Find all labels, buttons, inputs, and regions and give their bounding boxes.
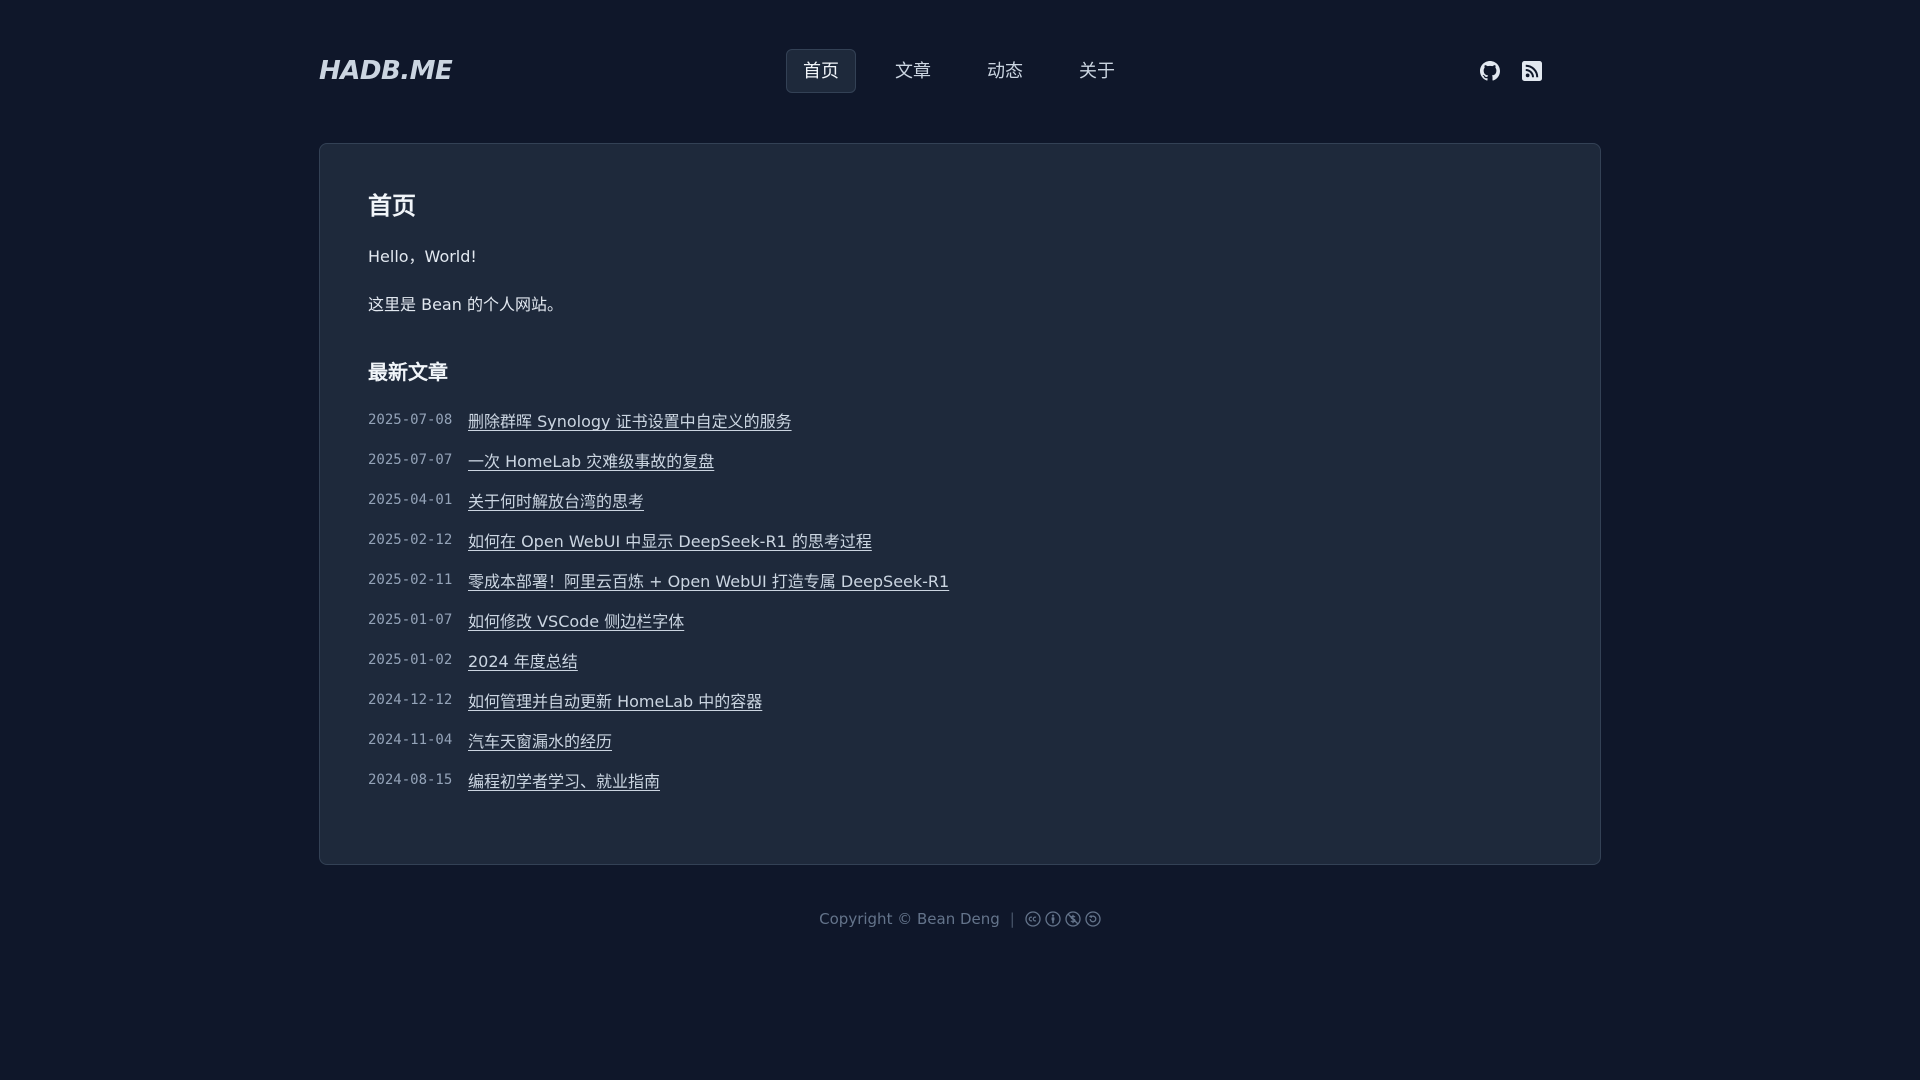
footer-separator: | bbox=[1009, 910, 1015, 928]
license-icons[interactable] bbox=[1025, 911, 1101, 927]
post-date: 2025-01-02 bbox=[368, 652, 453, 668]
intro-paragraph: Hello，World! bbox=[368, 247, 477, 266]
post-link[interactable]: 编程初学者学习、就业指南 bbox=[468, 768, 660, 792]
post-date: 2025-07-07 bbox=[368, 452, 453, 468]
latest-posts-heading: 最新文章 bbox=[368, 360, 448, 384]
post-link[interactable]: 汽车天窗漏水的经历 bbox=[468, 728, 612, 752]
main-card: 首页 Hello，World! 这里是 Bean 的个人网站。 最新文章 202… bbox=[319, 143, 1601, 865]
post-date: 2024-11-04 bbox=[368, 732, 453, 748]
post-link[interactable]: 如何在 Open WebUI 中显示 DeepSeek-R1 的思考过程 bbox=[468, 528, 872, 552]
rss-icon[interactable] bbox=[1522, 61, 1542, 81]
post-date: 2025-01-07 bbox=[368, 612, 453, 628]
cc-icon bbox=[1025, 911, 1041, 927]
post-list: 2025-07-08 删除群晖 Synology 证书设置中自定义的服务 202… bbox=[368, 400, 1552, 800]
post-link[interactable]: 一次 HomeLab 灾难级事故的复盘 bbox=[468, 448, 714, 472]
post-link[interactable]: 关于何时解放台湾的思考 bbox=[468, 488, 644, 512]
post-date: 2024-08-15 bbox=[368, 772, 453, 788]
post-date: 2024-12-12 bbox=[368, 692, 453, 708]
header-icons bbox=[1480, 61, 1542, 81]
post-link[interactable]: 删除群晖 Synology 证书设置中自定义的服务 bbox=[468, 408, 792, 432]
list-item: 2025-04-01 关于何时解放台湾的思考 bbox=[368, 480, 1552, 520]
post-link[interactable]: 如何管理并自动更新 HomeLab 中的容器 bbox=[468, 688, 762, 712]
sa-icon bbox=[1085, 911, 1101, 927]
list-item: 2024-11-04 汽车天窗漏水的经历 bbox=[368, 720, 1552, 760]
site-footer: Copyright © Bean Deng | bbox=[0, 910, 1920, 928]
post-date: 2025-07-08 bbox=[368, 412, 453, 428]
page-title: 首页 bbox=[368, 192, 416, 220]
list-item: 2025-02-11 零成本部署！阿里云百炼 + Open WebUI 打造专属… bbox=[368, 560, 1552, 600]
list-item: 2024-12-12 如何管理并自动更新 HomeLab 中的容器 bbox=[368, 680, 1552, 720]
list-item: 2025-02-12 如何在 Open WebUI 中显示 DeepSeek-R… bbox=[368, 520, 1552, 560]
list-item: 2025-01-02 2024 年度总结 bbox=[368, 640, 1552, 680]
post-date: 2025-04-01 bbox=[368, 492, 453, 508]
site-header: HADB.ME 首页 文章 动态 关于 bbox=[319, 49, 1601, 95]
nav-item-articles[interactable]: 文章 bbox=[878, 49, 948, 93]
list-item: 2025-07-08 删除群晖 Synology 证书设置中自定义的服务 bbox=[368, 400, 1552, 440]
list-item: 2024-08-15 编程初学者学习、就业指南 bbox=[368, 760, 1552, 800]
post-link[interactable]: 2024 年度总结 bbox=[468, 648, 578, 672]
by-icon bbox=[1045, 911, 1061, 927]
github-icon[interactable] bbox=[1480, 61, 1500, 81]
nav-item-about[interactable]: 关于 bbox=[1062, 49, 1132, 93]
nav-item-moments[interactable]: 动态 bbox=[970, 49, 1040, 93]
nav-item-home[interactable]: 首页 bbox=[786, 49, 856, 93]
post-date: 2025-02-12 bbox=[368, 532, 453, 548]
intro-paragraph: 这里是 Bean 的个人网站。 bbox=[368, 295, 563, 314]
list-item: 2025-01-07 如何修改 VSCode 侧边栏字体 bbox=[368, 600, 1552, 640]
site-logo[interactable]: HADB.ME bbox=[319, 56, 453, 86]
post-date: 2025-02-11 bbox=[368, 572, 453, 588]
post-link[interactable]: 如何修改 VSCode 侧边栏字体 bbox=[468, 608, 684, 632]
list-item: 2025-07-07 一次 HomeLab 灾难级事故的复盘 bbox=[368, 440, 1552, 480]
nc-icon bbox=[1065, 911, 1081, 927]
main-nav: 首页 文章 动态 关于 bbox=[786, 49, 1132, 93]
post-link[interactable]: 零成本部署！阿里云百炼 + Open WebUI 打造专属 DeepSeek-R… bbox=[468, 568, 949, 592]
copyright-text: Copyright © Bean Deng bbox=[819, 910, 1000, 928]
